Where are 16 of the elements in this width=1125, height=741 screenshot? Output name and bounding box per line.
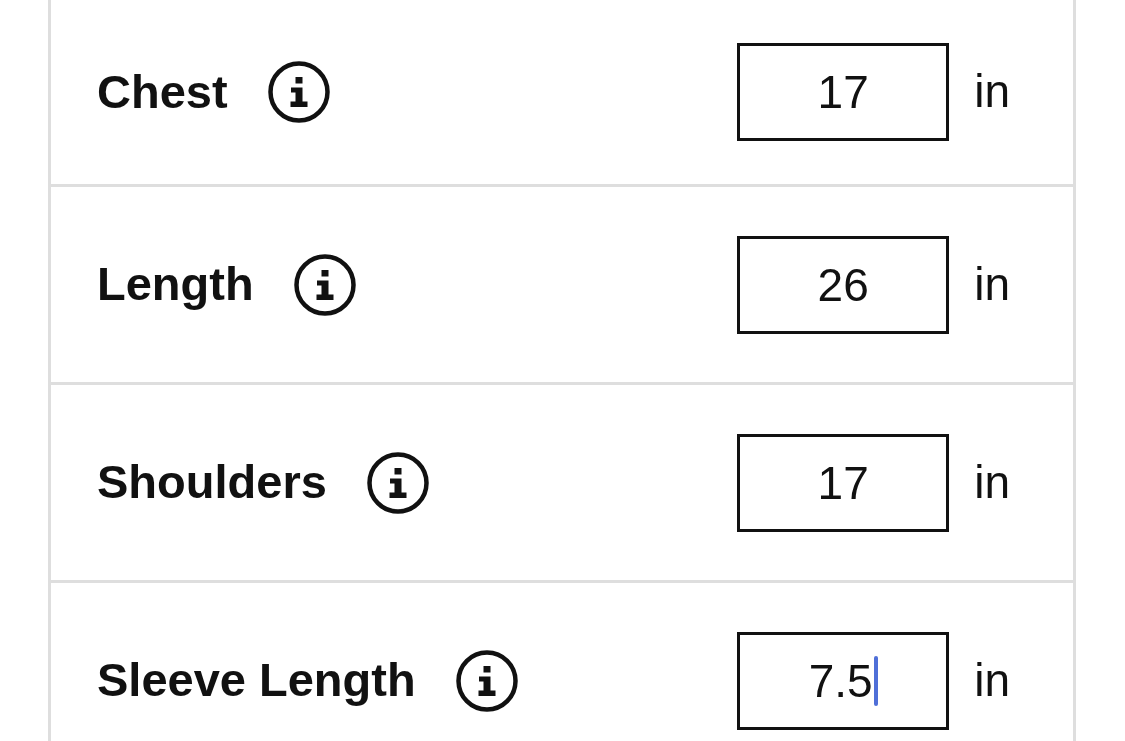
input-field[interactable]: 17: [737, 43, 950, 141]
unit-label: in: [974, 64, 1010, 120]
info-icon[interactable]: [366, 451, 429, 514]
input-field[interactable]: 26: [737, 235, 950, 334]
info-icon[interactable]: [455, 649, 518, 712]
unit-label: in: [974, 652, 1010, 708]
unit-label: in: [974, 256, 1010, 312]
info-icon[interactable]: [293, 253, 356, 316]
field-label: Shoulders: [97, 454, 327, 511]
field-label: Chest: [97, 63, 228, 120]
field-label: Sleeve Length: [97, 652, 416, 709]
field-label: Length: [97, 256, 254, 313]
info-icon[interactable]: [267, 61, 330, 123]
input-field[interactable]: 17: [737, 433, 950, 532]
input-field[interactable]: 7.5: [737, 631, 950, 730]
unit-label: in: [974, 454, 1010, 510]
